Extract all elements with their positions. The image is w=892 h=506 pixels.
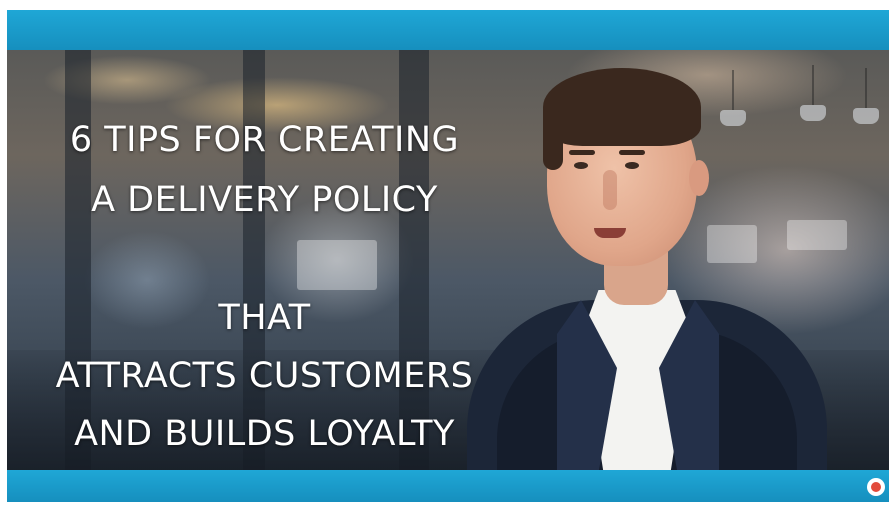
video-frame[interactable]: 6 TIPS FOR CREATING A DELIVERY POLICY TH… bbox=[0, 0, 892, 506]
presenter-hair-side bbox=[543, 110, 563, 170]
presenter-brow bbox=[569, 150, 595, 155]
presenter-ear bbox=[689, 160, 709, 196]
presenter bbox=[447, 50, 889, 470]
bottom-frame-bar bbox=[7, 470, 889, 502]
presenter-mouth bbox=[594, 228, 626, 238]
video-scene[interactable] bbox=[7, 50, 889, 470]
channel-logo-icon[interactable] bbox=[867, 478, 885, 496]
title-line-1: 6 TIPS FOR CREATING bbox=[69, 120, 460, 160]
presenter-eye bbox=[574, 162, 588, 169]
presenter-eye bbox=[625, 162, 639, 169]
presenter-hair bbox=[543, 68, 701, 146]
monitor-glow bbox=[297, 240, 377, 290]
presenter-nose bbox=[603, 170, 617, 210]
title-line-2: A DELIVERY POLICY bbox=[91, 180, 438, 220]
title-line-3: THAT bbox=[218, 298, 311, 338]
title-line-5: AND BUILDS LOYALTY bbox=[74, 414, 455, 454]
title-line-4: ATTRACTS CUSTOMERS bbox=[55, 356, 474, 396]
top-frame-bar bbox=[7, 10, 889, 50]
presenter-brow bbox=[619, 150, 645, 155]
